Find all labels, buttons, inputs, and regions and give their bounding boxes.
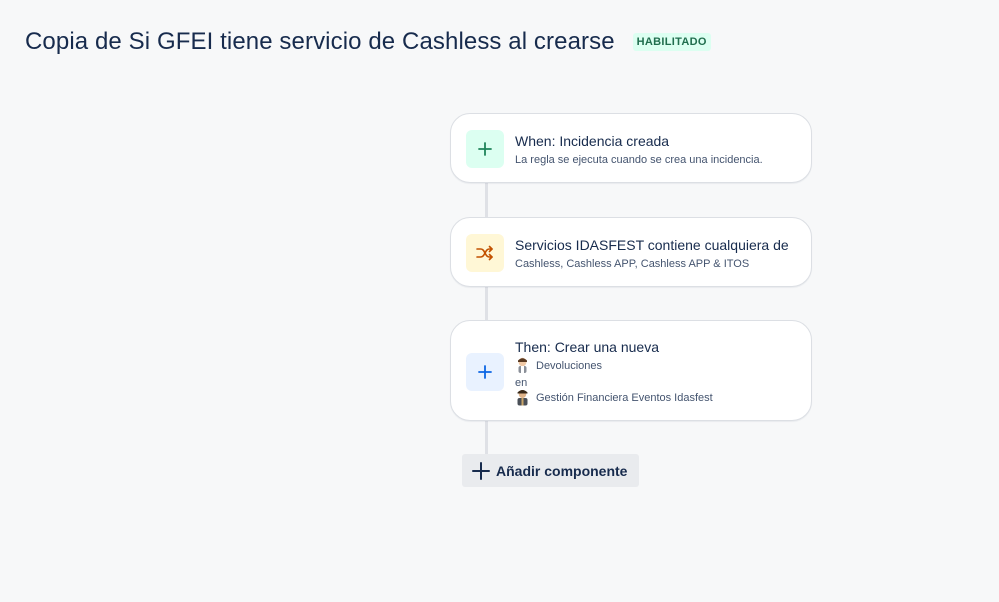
connector-line [485,287,488,320]
trigger-title: When: Incidencia creada [515,133,670,149]
trigger-description: La regla se ejecuta cuando se crea una i… [515,154,763,166]
connector-line [485,421,488,455]
page-header: Copia de Si GFEI tiene servicio de Cashl… [25,28,711,56]
action-icon-box [466,353,504,391]
add-component-button[interactable]: Añadir componente [462,454,639,487]
condition-description: Cashless, Cashless APP, Cashless APP & I… [515,258,750,270]
connector-line [485,183,488,217]
condition-card[interactable]: Servicios IDASFEST contiene cualquiera d… [450,217,812,287]
status-badge: HABILITADO [632,33,711,51]
trigger-card[interactable]: When: Incidencia creada La regla se ejec… [450,113,812,183]
shuffle-icon [476,245,493,261]
project-avatar-icon [517,390,528,406]
page-title: Copia de Si GFEI tiene servicio de Cashl… [25,28,615,55]
plus-icon [478,142,492,156]
project-row: Gestión Financiera Eventos Idasfest [515,389,713,406]
condition-title: Servicios IDASFEST contiene cualquiera d… [515,237,789,253]
condition-icon-box [466,234,504,272]
plus-icon [472,461,490,480]
trigger-icon-box [466,130,504,168]
project-label: Gestión Financiera Eventos Idasfest [536,391,713,404]
action-title: Then: Crear una nueva [515,339,659,355]
connector-word: en [515,377,528,389]
issue-type-row: Devoluciones [515,357,602,374]
plus-icon [478,365,492,379]
issue-type-avatar-icon [518,357,527,373]
add-component-label: Añadir componente [496,462,628,479]
issue-type-label: Devoluciones [536,359,603,372]
action-card[interactable]: Then: Crear una nueva Devoluciones en Ge… [450,320,812,421]
